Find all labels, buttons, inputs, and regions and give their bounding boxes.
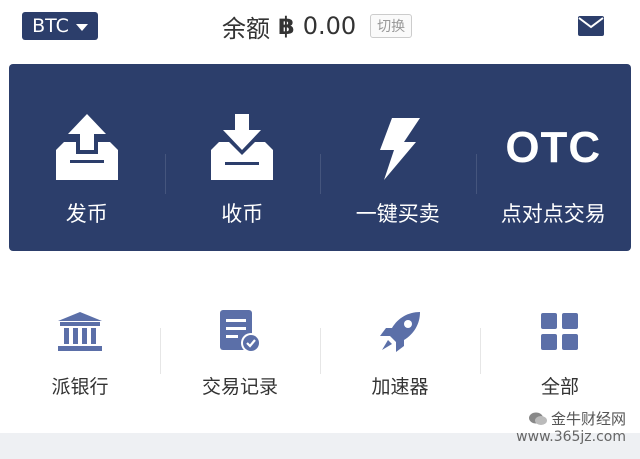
- record-icon: [220, 310, 261, 353]
- rocket-icon: [380, 312, 420, 352]
- mail-icon[interactable]: [578, 16, 604, 36]
- watermark-url: www.365jz.com: [516, 429, 626, 445]
- panel-item-send[interactable]: 发币: [9, 64, 165, 251]
- bitcoin-symbol: ฿: [278, 12, 295, 40]
- header: BTC 余额 ฿ 0.00 切换: [0, 0, 640, 56]
- all-grid-icon: [541, 313, 578, 350]
- grid-label-accelerator: 加速器: [371, 376, 429, 398]
- lightning-icon: [379, 118, 420, 180]
- watermark-title: 金牛财经网: [550, 410, 626, 428]
- action-panel: 发币 收币 一键买卖 OTC 点对点交易: [9, 64, 631, 251]
- coin-label: BTC: [32, 15, 69, 37]
- grid-label-bank: 派银行: [51, 376, 109, 398]
- panel-label-otc: 点对点交易: [500, 202, 606, 226]
- panel-item-quick-trade[interactable]: 一键买卖: [320, 64, 476, 251]
- shortcut-grid: 派银行 交易记录 加速器 全部: [0, 300, 640, 410]
- grid-item-all[interactable]: 全部: [480, 300, 640, 410]
- panel-label-send: 发币: [65, 202, 108, 226]
- balance-display: 余额 ฿ 0.00 切换: [222, 10, 413, 43]
- panel-item-receive[interactable]: 收币: [164, 64, 321, 251]
- otc-icon: OTC: [505, 123, 602, 172]
- grid-label-all: 全部: [540, 376, 579, 398]
- wechat-icon: [528, 412, 547, 425]
- grid-item-bank[interactable]: 派银行: [0, 300, 160, 410]
- coin-selector[interactable]: BTC: [22, 12, 98, 40]
- grid-item-records[interactable]: 交易记录: [160, 300, 320, 410]
- download-tray-icon: [211, 114, 274, 180]
- grid-label-records: 交易记录: [201, 376, 278, 398]
- bank-icon: [58, 312, 102, 351]
- switch-button[interactable]: 切换: [370, 14, 413, 38]
- grid-item-accelerator[interactable]: 加速器: [320, 300, 480, 410]
- panel-label-quick-trade: 一键买卖: [355, 202, 440, 226]
- caret-down-icon: [75, 23, 88, 31]
- panel-label-receive: 收币: [221, 202, 264, 226]
- panel-item-otc[interactable]: OTC 点对点交易: [475, 64, 632, 251]
- balance-label: 余额: [222, 14, 270, 43]
- watermark: 金牛财经网 www.365jz.com: [516, 410, 626, 446]
- balance-value: 0.00: [302, 12, 357, 40]
- upload-tray-icon: [55, 114, 118, 180]
